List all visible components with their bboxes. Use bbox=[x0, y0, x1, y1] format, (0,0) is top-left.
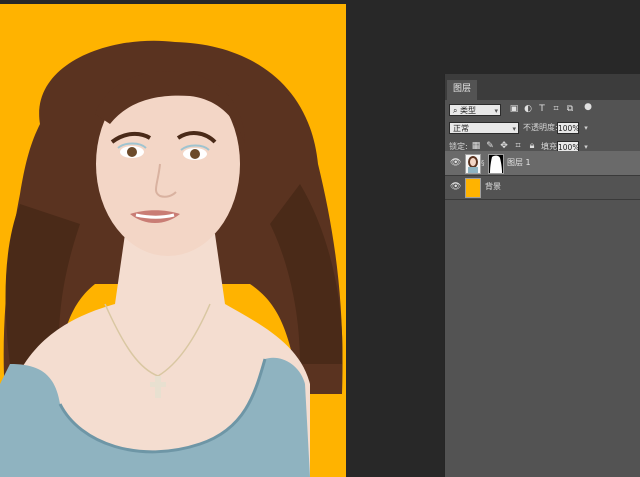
filter-toggle-icon[interactable]: ● bbox=[583, 102, 593, 112]
opacity-label: 不透明度: bbox=[523, 123, 558, 132]
document-canvas[interactable] bbox=[0, 4, 346, 477]
adjustment-filter-icon[interactable]: ◐ bbox=[523, 104, 533, 114]
lock-all-icon[interactable]: 🔒︎ bbox=[527, 141, 537, 151]
chevron-down-icon: ▾ bbox=[494, 107, 498, 115]
image-filter-icon[interactable]: ▣ bbox=[509, 104, 519, 114]
filter-type-value: 类型 bbox=[460, 106, 477, 115]
shape-filter-icon[interactable]: ⌗ bbox=[551, 104, 561, 114]
lock-transparent-icon[interactable]: ▦ bbox=[471, 141, 481, 151]
panel-tabbar: 图层 bbox=[445, 74, 640, 100]
opacity-dropdown-icon[interactable]: ▾ bbox=[581, 122, 591, 134]
lock-artboard-icon[interactable]: ⌗ bbox=[513, 141, 523, 151]
mask-shape-icon bbox=[490, 155, 502, 173]
layer-mask-thumbnail[interactable] bbox=[488, 154, 504, 174]
eye-icon[interactable]: 👁︎ bbox=[450, 182, 461, 192]
layer-thumbnail bbox=[465, 178, 481, 198]
portrait-thumbnail-icon bbox=[466, 155, 480, 173]
smart-object-filter-icon[interactable]: ⧉ bbox=[565, 104, 575, 114]
layers-panel: 图层 ⌕ 类型 ▾ ▣ ◐ T ⌗ ⧉ ● 正常 ▾ 不透明度: 100% ▾ … bbox=[444, 74, 640, 477]
blend-mode-select[interactable]: 正常 ▾ bbox=[449, 122, 519, 134]
filter-row: ⌕ 类型 ▾ ▣ ◐ T ⌗ ⧉ ● bbox=[445, 100, 640, 120]
blend-mode-value: 正常 bbox=[453, 124, 469, 133]
chevron-down-icon: ▾ bbox=[512, 125, 516, 133]
link-icon[interactable]: § bbox=[481, 159, 487, 167]
filter-type-select[interactable]: ⌕ 类型 ▾ bbox=[449, 104, 501, 116]
lock-position-icon[interactable]: ✥ bbox=[499, 141, 509, 151]
layer-thumbnail bbox=[465, 154, 481, 174]
layer-row-background[interactable]: 👁︎ 背景 bbox=[445, 175, 640, 200]
tab-layers-label: 图层 bbox=[453, 84, 472, 94]
portrait-photo bbox=[0, 40, 343, 477]
layer-name: 图层 1 bbox=[507, 158, 531, 167]
search-icon: ⌕ bbox=[453, 106, 458, 115]
text-filter-icon[interactable]: T bbox=[537, 104, 547, 114]
tab-layers[interactable]: 图层 bbox=[447, 80, 478, 100]
lock-paint-icon[interactable]: ✎ bbox=[485, 141, 495, 151]
eye-icon[interactable]: 👁︎ bbox=[450, 158, 461, 168]
opacity-input[interactable]: 100% bbox=[557, 122, 579, 134]
blend-row: 正常 ▾ 不透明度: 100% ▾ bbox=[445, 120, 640, 138]
layer-name: 背景 bbox=[485, 182, 501, 191]
layer-row-layer-1[interactable]: 👁︎ § 图层 1 bbox=[445, 151, 640, 176]
